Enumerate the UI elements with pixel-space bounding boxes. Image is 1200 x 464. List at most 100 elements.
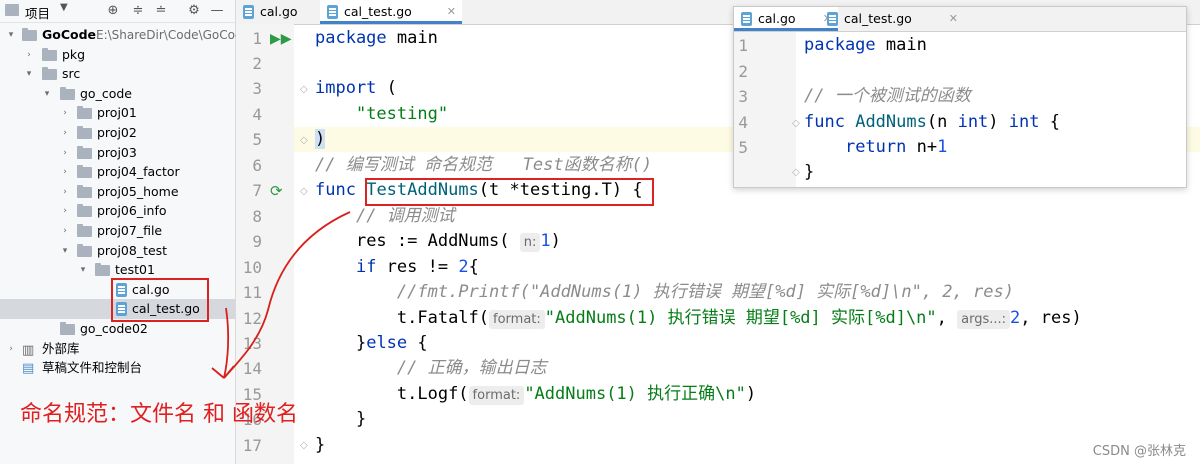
line-number: 5 bbox=[738, 138, 748, 157]
project-toolbar: 项目 ▼ ⊕ ≑ ≐ ⚙ — bbox=[0, 0, 235, 23]
code-line-6[interactable]: // 编写测试 命名规范 Test函数名称() bbox=[315, 153, 652, 178]
code-keyword: import bbox=[315, 78, 377, 98]
code-punct: { bbox=[1039, 112, 1060, 132]
fold-icon[interactable]: ◇ bbox=[300, 84, 308, 95]
code-keyword: func bbox=[315, 180, 356, 200]
close-icon[interactable]: ✕ bbox=[949, 7, 958, 31]
line-number: 1 bbox=[252, 29, 262, 48]
code-line-11[interactable]: //fmt.Printf("AddNums(1) 执行错误 期望[%d] 实际[… bbox=[315, 280, 1014, 305]
chevron-right-icon[interactable]: › bbox=[60, 103, 70, 123]
tree-item-label: proj05_home bbox=[97, 184, 179, 199]
chevron-right-icon[interactable]: › bbox=[60, 162, 70, 182]
tree-item-label: go_code02 bbox=[80, 321, 148, 336]
run-test-icon[interactable]: ⟳ bbox=[270, 182, 283, 200]
code-type: int bbox=[1008, 112, 1040, 132]
tree-item-label: pkg bbox=[62, 47, 86, 62]
tree-item-proj03[interactable]: › proj03 bbox=[0, 143, 235, 163]
folder-icon bbox=[77, 244, 92, 257]
chevron-right-icon[interactable]: › bbox=[60, 123, 70, 143]
popup-code-line-1[interactable]: package main bbox=[804, 33, 927, 58]
chevron-down-icon[interactable]: ▾ bbox=[42, 84, 52, 104]
collapse-all-icon[interactable]: ≐ bbox=[153, 3, 169, 19]
line-number: 2 bbox=[738, 62, 748, 81]
code-line-3[interactable]: import ( bbox=[315, 76, 397, 101]
tree-item-label: proj03 bbox=[97, 145, 137, 160]
chevron-right-icon[interactable]: › bbox=[60, 182, 70, 202]
tab-cal-test-go[interactable]: cal_test.go ✕ bbox=[320, 0, 462, 24]
folder-icon bbox=[60, 322, 75, 335]
folder-icon bbox=[77, 106, 92, 119]
code-line-1[interactable]: package main bbox=[315, 26, 438, 51]
chevron-down-icon[interactable]: ▾ bbox=[6, 25, 16, 45]
code-comment: // 编写测试 命名规范 Test函数名称() bbox=[315, 155, 653, 175]
hide-icon[interactable]: — bbox=[209, 3, 225, 19]
line-number: 1 bbox=[738, 36, 748, 55]
chevron-down-icon[interactable]: ▼ bbox=[60, 2, 68, 13]
chevron-down-icon[interactable]: ▾ bbox=[60, 241, 70, 261]
scratch-icon: ▤ bbox=[22, 361, 35, 376]
project-panel-title[interactable]: 项目 bbox=[25, 3, 50, 22]
annotation-arrow bbox=[211, 211, 351, 379]
code-text: t.Fatalf( bbox=[396, 308, 490, 328]
tree-item-label: 外部库 bbox=[42, 341, 80, 356]
tree-item-label: proj07_file bbox=[97, 223, 163, 238]
code-line-4[interactable]: "testing" bbox=[315, 102, 448, 127]
tree-item-go-code[interactable]: ▾ go_code bbox=[0, 84, 235, 104]
go-file-icon bbox=[327, 5, 338, 19]
fold-icon[interactable]: ◇ bbox=[300, 135, 308, 146]
line-number: 17 bbox=[242, 436, 262, 455]
line-number: 3 bbox=[738, 87, 748, 106]
tree-item-proj04[interactable]: › proj04_factor bbox=[0, 162, 235, 182]
locate-icon[interactable]: ⊕ bbox=[105, 3, 121, 19]
run-icon[interactable]: ▶▶ bbox=[270, 31, 292, 47]
code-line-16[interactable]: } bbox=[315, 407, 366, 432]
chevron-down-icon[interactable]: ▾ bbox=[78, 260, 88, 280]
tree-item-label: proj04_factor bbox=[97, 164, 180, 179]
popup-code-line-5[interactable]: return n+1 bbox=[804, 135, 947, 160]
code-punct: { bbox=[468, 257, 479, 277]
code-line-17[interactable]: } bbox=[315, 433, 325, 458]
code-line-5[interactable]: ) bbox=[315, 127, 326, 152]
code-number: 2 bbox=[1010, 308, 1021, 328]
fold-icon[interactable]: ◇ bbox=[300, 186, 308, 197]
tree-item-proj02[interactable]: › proj02 bbox=[0, 123, 235, 143]
chevron-right-icon[interactable]: › bbox=[60, 143, 70, 163]
gear-icon[interactable]: ⚙ bbox=[186, 3, 202, 19]
popup-code-line-4[interactable]: func AddNums(n int) int { bbox=[804, 110, 1060, 135]
chevron-right-icon[interactable]: › bbox=[60, 201, 70, 221]
close-icon[interactable]: ✕ bbox=[447, 0, 456, 24]
chevron-right-icon[interactable]: › bbox=[6, 339, 16, 359]
tree-item-gocode[interactable]: ▾ GoCode E:\ShareDir\Code\GoCode bbox=[0, 25, 250, 45]
go-file-icon bbox=[827, 12, 838, 26]
line-number: 2 bbox=[252, 54, 262, 73]
fold-icon[interactable]: ◇ bbox=[792, 167, 800, 178]
code-punct: ( bbox=[386, 78, 397, 98]
code-line-12[interactable]: t.Fatalf(format: "AddNums(1) 执行错误 期望[%d] … bbox=[315, 306, 1082, 331]
popup-code-line-3[interactable]: // 一个被测试的函数 bbox=[804, 84, 971, 109]
chevron-right-icon[interactable]: › bbox=[60, 221, 70, 241]
fold-icon[interactable]: ◇ bbox=[300, 440, 308, 451]
popup-code-line-6[interactable]: } bbox=[804, 160, 814, 185]
tree-item-pkg[interactable]: › pkg bbox=[0, 45, 235, 65]
tree-item-src[interactable]: ▾ src bbox=[0, 64, 235, 84]
popup-tab-cal-test-go[interactable]: cal_test.go ✕ bbox=[820, 7, 964, 31]
code-keyword: package bbox=[804, 35, 876, 55]
code-punct: , bbox=[936, 308, 947, 328]
code-params: (n bbox=[926, 112, 958, 132]
folder-icon bbox=[77, 126, 92, 139]
tab-label: cal_test.go bbox=[344, 4, 412, 19]
fold-icon[interactable]: ◇ bbox=[792, 118, 800, 129]
code-string: "AddNums(1) 执行错误 期望[%d] 实际[%d]\n" bbox=[544, 308, 937, 328]
tree-item-label: proj01 bbox=[97, 105, 137, 120]
code-number: 2 bbox=[458, 257, 469, 277]
chevron-down-icon[interactable]: ▾ bbox=[24, 64, 34, 84]
code-punct: ) bbox=[745, 384, 757, 404]
chevron-right-icon[interactable]: › bbox=[24, 45, 34, 65]
tree-item-proj01[interactable]: › proj01 bbox=[0, 103, 235, 123]
code-keyword: func bbox=[804, 112, 845, 132]
expand-all-icon[interactable]: ≑ bbox=[130, 3, 146, 19]
folder-icon bbox=[42, 67, 57, 80]
folder-icon bbox=[22, 28, 37, 41]
code-line-15[interactable]: t.Logf(format: "AddNums(1) 执行正确\n") bbox=[315, 382, 756, 407]
tree-item-proj05[interactable]: › proj05_home bbox=[0, 182, 235, 202]
